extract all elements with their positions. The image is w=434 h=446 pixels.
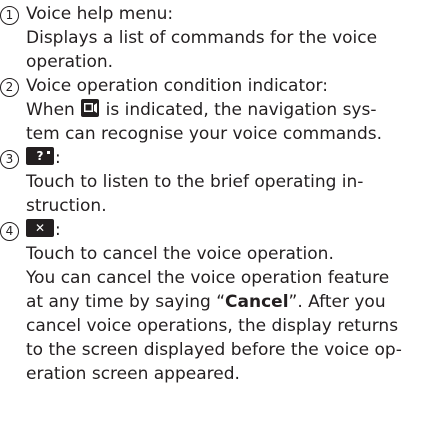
item-heading: Voice operation condition indicator:: [26, 76, 328, 96]
description-line: operation.: [26, 52, 114, 72]
description-line: Displays a list of commands for the voic…: [26, 28, 378, 48]
description-line: eration screen appeared.: [26, 364, 240, 384]
cancel-x-icon: ✕: [26, 219, 54, 237]
text-segment: ”. After you: [288, 292, 386, 312]
circled-number-3: 3: [0, 150, 19, 169]
item-description: Touch to listen to the brief operating i…: [26, 170, 431, 218]
circled-number-1: 1: [0, 6, 19, 25]
key-glyph: ?: [36, 149, 44, 163]
help-question-icon: ?: [26, 147, 54, 165]
text-segment: When: [26, 100, 81, 120]
item-description: Touch to cancel the voice operation. You…: [26, 242, 431, 386]
item-number: 3: [0, 146, 24, 170]
item-heading: ✕:: [26, 218, 61, 242]
item-number: 1: [0, 2, 24, 26]
description-line: tem can recognise your voice commands.: [26, 124, 382, 144]
item-number: 2: [0, 74, 24, 98]
circled-number-4: 4: [0, 222, 19, 241]
description-line: Touch to listen to the brief operating i…: [26, 172, 364, 192]
description-line: to the screen displayed before the voice…: [26, 340, 402, 360]
circled-number-2: 2: [0, 78, 19, 97]
cancel-command-word: Cancel: [225, 292, 289, 312]
description-line: You can cancel the voice operation featu…: [26, 268, 390, 288]
description-line: When is indicated, the navigation sys-: [26, 98, 431, 122]
item-number: 4: [0, 218, 24, 242]
heading-colon: :: [55, 220, 61, 240]
description-line: struction.: [26, 196, 107, 216]
description-line: at any time by saying “Cancel”. After yo…: [26, 290, 431, 314]
heading-colon: :: [55, 148, 61, 168]
text-segment: at any time by saying “: [26, 292, 226, 312]
item-heading: Voice help menu:: [26, 4, 174, 24]
text-segment: is indicated, the navigation sys-: [100, 100, 377, 120]
item-description: When is indicated, the navigation sys- t…: [26, 98, 431, 146]
description-line: Touch to cancel the voice operation.: [26, 244, 334, 264]
instruction-page: 1 Voice help menu: Displays a list of co…: [0, 0, 434, 446]
item-heading: ?:: [26, 146, 61, 170]
description-line: cancel voice operations, the display ret…: [26, 316, 399, 336]
voice-indicator-icon: [81, 99, 100, 117]
key-glyph: ✕: [34, 221, 46, 235]
item-description: Displays a list of commands for the voic…: [26, 26, 431, 74]
